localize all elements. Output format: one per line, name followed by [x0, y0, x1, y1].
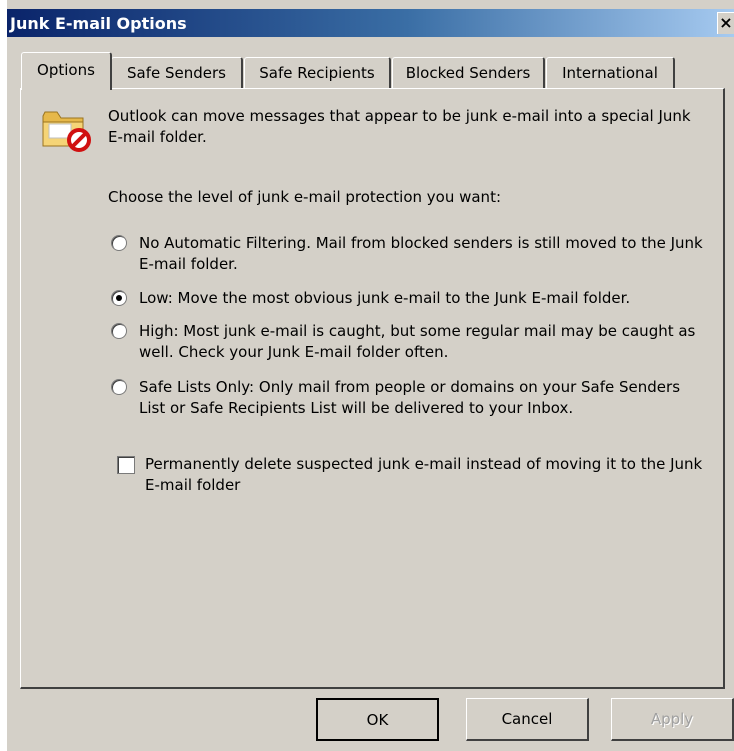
radio-button[interactable]: [111, 323, 127, 339]
radio-label: Safe Lists Only: Only mail from people o…: [139, 378, 681, 417]
radio-label: No Automatic Filtering. Mail from blocke…: [139, 234, 703, 273]
radio-button[interactable]: [111, 235, 127, 251]
tab-safe-senders[interactable]: Safe Senders: [111, 57, 243, 89]
radio-label: High: Most junk e-mail is caught, but so…: [139, 322, 696, 361]
radio-button[interactable]: [111, 379, 127, 395]
close-button[interactable]: ×: [717, 12, 734, 34]
radio-label: Low: Move the most obvious junk e-mail t…: [139, 289, 631, 307]
tab-safe-recipients[interactable]: Safe Recipients: [244, 57, 391, 89]
intro-text: Outlook can move messages that appear to…: [108, 107, 691, 146]
options-panel: Outlook can move messages that appear to…: [20, 88, 725, 689]
tab-blocked-senders-label: Blocked Senders: [405, 64, 531, 82]
tab-safe-recipients-label: Safe Recipients: [259, 64, 375, 82]
tab-options[interactable]: Options: [21, 52, 112, 90]
junk-email-options-dialog: Junk E-mail Options × Options Safe Sende…: [7, 0, 734, 751]
tab-international[interactable]: International: [546, 57, 675, 89]
ok-button-label: OK: [366, 711, 389, 729]
tab-options-label: Options: [37, 61, 95, 79]
close-icon: ×: [719, 13, 733, 32]
tab-international-label: International: [562, 64, 658, 82]
tab-blocked-senders[interactable]: Blocked Senders: [392, 57, 545, 89]
permanent-delete-checkbox[interactable]: [117, 456, 135, 474]
junk-folder-icon: [42, 111, 91, 152]
apply-button[interactable]: Apply: [611, 698, 734, 741]
apply-button-label: Apply: [650, 710, 694, 728]
choose-level-label: Choose the level of junk e-mail protecti…: [108, 188, 502, 206]
cancel-button[interactable]: Cancel: [466, 698, 589, 741]
tab-safe-senders-label: Safe Senders: [127, 64, 226, 82]
ok-button[interactable]: OK: [316, 698, 439, 741]
permanent-delete-label[interactable]: Permanently delete suspected junk e-mail…: [145, 454, 715, 496]
radio-button-selected[interactable]: [111, 290, 127, 306]
cancel-button-label: Cancel: [501, 710, 553, 728]
window-title: Junk E-mail Options: [10, 14, 187, 33]
title-bar[interactable]: Junk E-mail Options ×: [7, 9, 734, 37]
